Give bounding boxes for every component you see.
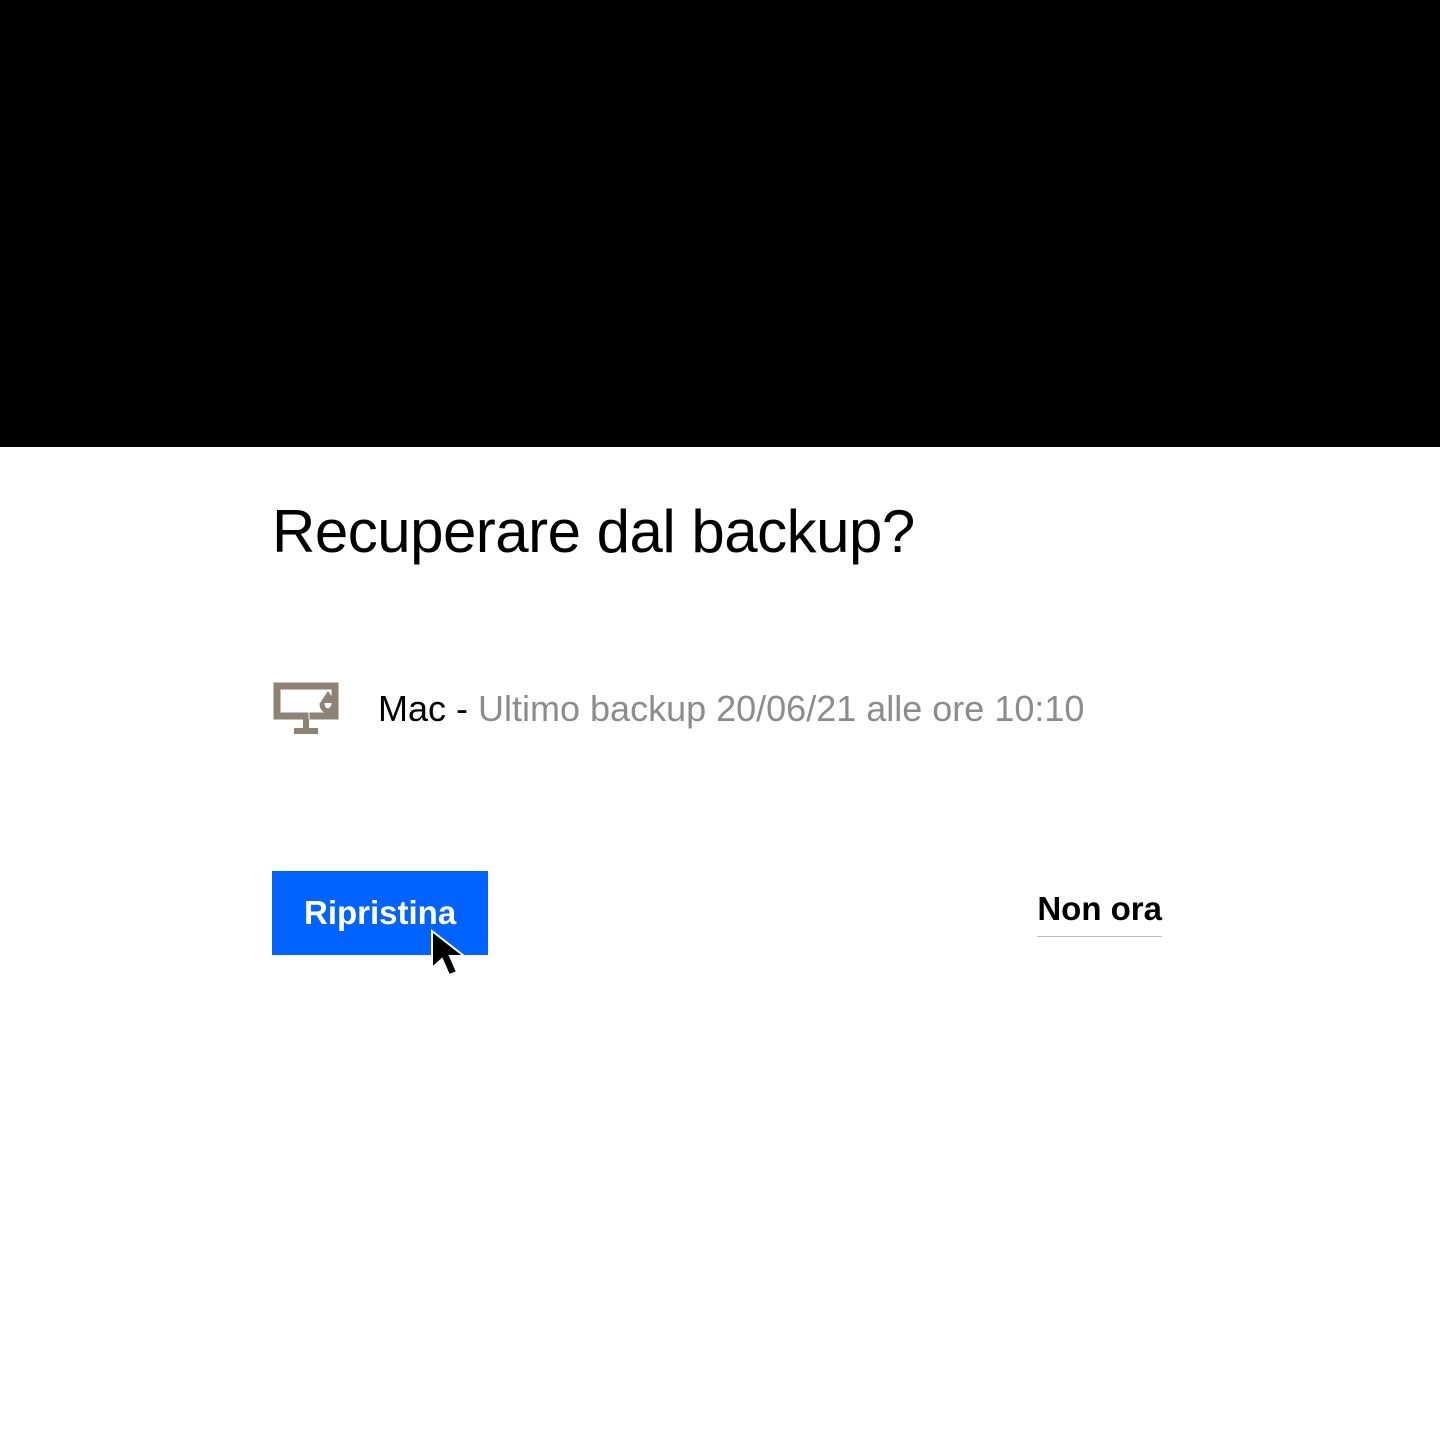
device-name: Mac [378, 688, 446, 729]
dialog-title: Recuperare dal backup? [272, 497, 1440, 566]
button-row: Ripristina Non ora [272, 871, 1162, 955]
backup-info-row: Mac - Ultimo backup 20/06/21 alle ore 10… [272, 681, 1440, 736]
separator: - [446, 688, 478, 729]
monitor-restore-icon [272, 681, 340, 736]
backup-detail: Ultimo backup 20/06/21 alle ore 10:10 [478, 688, 1084, 729]
dialog-content: Recuperare dal backup? Mac - Ultimo back… [0, 447, 1440, 955]
restore-button[interactable]: Ripristina [272, 871, 488, 955]
top-bar [0, 0, 1440, 447]
backup-text: Mac - Ultimo backup 20/06/21 alle ore 10… [378, 688, 1084, 730]
not-now-button[interactable]: Non ora [1037, 890, 1162, 937]
